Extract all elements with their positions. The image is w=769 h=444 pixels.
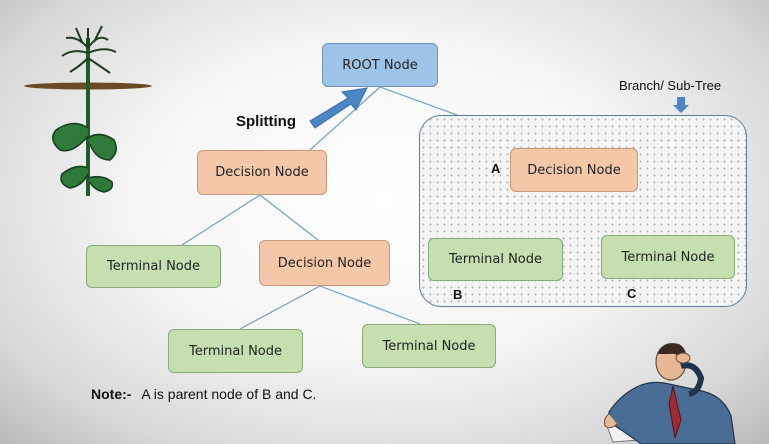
decision-left-to-decision-mid-line	[259, 194, 319, 241]
decision-node-middle: Decision Node	[259, 240, 390, 286]
label-b: B	[453, 287, 463, 302]
splitting-label: Splitting	[236, 113, 296, 130]
label-a: A	[491, 161, 501, 176]
terminal-node-b: Terminal Node	[428, 238, 563, 281]
terminal-node-bottom-left: Terminal Node	[168, 329, 303, 373]
decision-mid-to-terminal-bottom-left-line	[239, 285, 321, 330]
plant-icon	[24, 25, 152, 196]
root-node: ROOT Node	[322, 43, 438, 87]
worried-person-icon	[604, 343, 736, 444]
decision-node-left: Decision Node	[197, 150, 327, 195]
decision-left-to-terminal-left-line	[181, 194, 261, 246]
terminal-node-left: Terminal Node	[86, 245, 221, 288]
note-text: A is parent node of B and C.	[141, 386, 317, 402]
terminal-node-bottom-right: Terminal Node	[362, 324, 496, 368]
note: Note:- A is parent node of B and C.	[91, 386, 316, 402]
branch-down-arrow	[673, 97, 689, 113]
label-c: C	[627, 286, 637, 301]
branch-subtree-label: Branch/ Sub-Tree	[619, 78, 722, 93]
note-prefix: Note:-	[91, 386, 132, 402]
decision-node-a: Decision Node	[510, 148, 638, 192]
splitting-arrow	[309, 87, 368, 129]
terminal-node-c: Terminal Node	[601, 235, 735, 279]
decision-mid-to-terminal-bottom-right-line	[319, 285, 421, 325]
